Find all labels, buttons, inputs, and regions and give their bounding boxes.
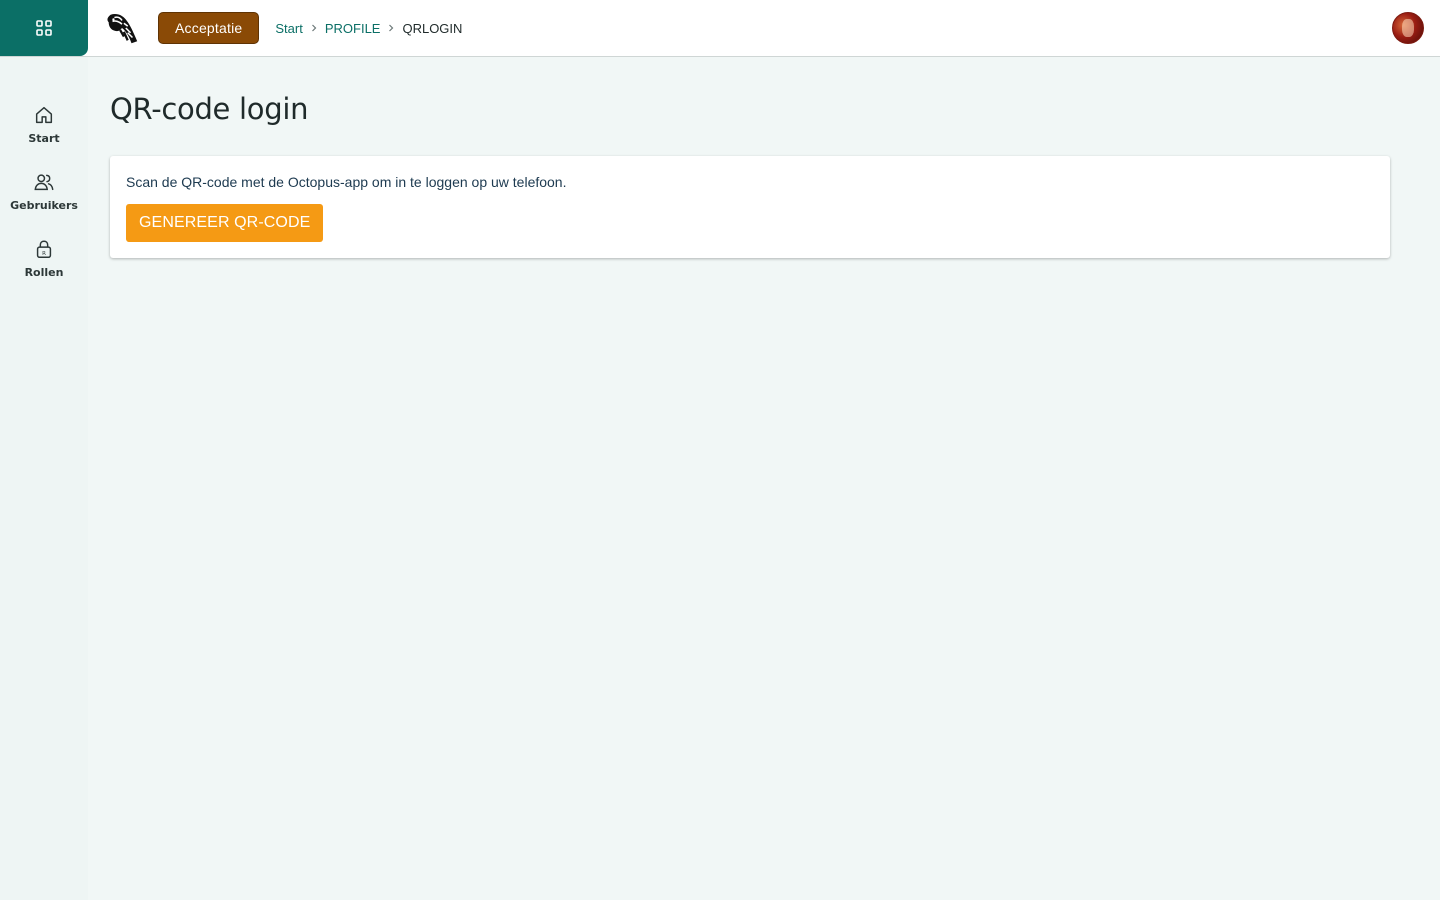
qr-login-card: Scan de QR-code met de Octopus-app om in… (110, 156, 1390, 258)
grid-icon (36, 20, 52, 36)
sidebar-item-label: Rollen (24, 266, 64, 279)
chevron-right-icon (380, 20, 402, 36)
user-avatar[interactable] (1392, 12, 1424, 44)
page-title: QR-code login (110, 92, 309, 126)
instruction-text: Scan de QR-code met de Octopus-app om in… (126, 174, 567, 190)
breadcrumb-current: QRLOGIN (402, 20, 463, 36)
sidebar-item-rollen[interactable]: R Rollen (0, 225, 88, 292)
svg-text:R: R (42, 251, 46, 257)
app-launcher-button[interactable] (0, 0, 88, 56)
breadcrumb: Start PROFILE QRLOGIN (275, 20, 462, 36)
chevron-right-icon (303, 20, 325, 36)
sidebar-item-label: Start (28, 132, 60, 145)
environment-badge: Acceptatie (158, 12, 260, 44)
sidebar-item-start[interactable]: Start (0, 91, 88, 158)
breadcrumb-profile[interactable]: PROFILE (325, 21, 381, 36)
sidebar-item-gebruikers[interactable]: Gebruikers (0, 158, 88, 225)
generate-qr-code-button[interactable]: GENEREER QR-CODE (126, 204, 324, 242)
breadcrumb-start[interactable]: Start (275, 21, 302, 36)
users-icon (34, 174, 54, 191)
home-icon (35, 106, 53, 124)
zebra-logo-icon[interactable] (102, 8, 142, 48)
sidebar: Start Gebruikers R Rollen (0, 57, 88, 900)
lock-icon: R (36, 240, 52, 258)
top-bar: Acceptatie Start PROFILE QRLOGIN (0, 0, 1440, 57)
sidebar-item-label: Gebruikers (10, 199, 78, 212)
